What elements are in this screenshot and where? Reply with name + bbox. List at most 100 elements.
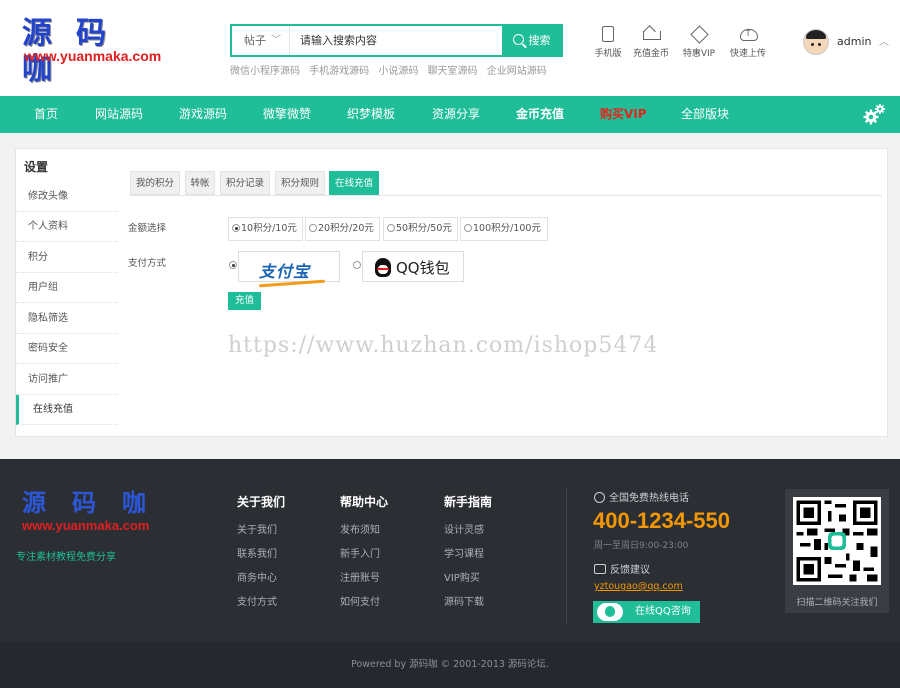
feedback-label: 反馈建议 [594, 561, 650, 576]
settings-panel: 设置 修改头像 个人资料 积分 用户组 隐私筛选 密码安全 访问推广 在线充值 … [15, 148, 888, 437]
quick-link-upload[interactable]: 快速上传 [723, 26, 773, 59]
sidebar-item-promotion[interactable]: 访问推广 [16, 365, 118, 395]
footer-link[interactable]: 如何支付 [340, 596, 388, 620]
hot-link[interactable]: 企业网站源码 [487, 66, 547, 77]
amount-option-20[interactable]: 20积分/20元 [305, 217, 380, 241]
tab-divider [130, 195, 882, 196]
recharge-submit-button[interactable]: 充值 [228, 292, 261, 310]
nav-item-coin-recharge[interactable]: 金币充值 [516, 96, 564, 133]
crown-icon [642, 26, 661, 42]
nav-item-website-source[interactable]: 网站源码 [95, 96, 143, 133]
footer-link[interactable]: 学习课程 [444, 548, 492, 572]
footer-link[interactable]: 设计灵感 [444, 524, 492, 548]
upload-cloud-icon [739, 26, 758, 42]
sidebar-item-privacy[interactable]: 隐私筛选 [16, 304, 118, 334]
radio-selected[interactable] [232, 224, 240, 232]
footer-link[interactable]: 关于我们 [237, 524, 285, 548]
phone-icon [594, 492, 605, 503]
payment-label: 支付方式 [128, 258, 167, 269]
amount-option-label: 50积分/50元 [396, 223, 452, 234]
sidebar-item-usergroup[interactable]: 用户组 [16, 273, 118, 303]
amount-option-label: 20积分/20元 [318, 223, 374, 234]
footer-column-title: 新手指南 [444, 495, 493, 509]
hot-link[interactable]: 手机游戏源码 [309, 66, 369, 77]
recharge-content: 我的积分 转帐 积分记录 积分规则 在线充值 金额选择 10积分/10元 20积… [118, 149, 887, 436]
hot-link[interactable]: 聊天室源码 [428, 66, 478, 77]
qq-consult-label: 在线QQ咨询 [635, 606, 691, 617]
quick-link-vip[interactable]: 特惠VIP [674, 26, 724, 59]
amount-option-50[interactable]: 50积分/50元 [383, 217, 458, 241]
quick-link-label: 快速上传 [729, 49, 766, 59]
sidebar-item-password[interactable]: 密码安全 [16, 334, 118, 364]
quick-link-label: 手机版 [594, 49, 622, 59]
amount-option-100[interactable]: 100积分/100元 [460, 217, 548, 241]
avatar[interactable] [803, 29, 829, 55]
quick-link-label: 充值金币 [632, 49, 669, 59]
nav-item-buy-vip[interactable]: 购买VIP [600, 96, 647, 133]
sidebar-item-points[interactable]: 积分 [16, 243, 118, 273]
footer-link[interactable]: 发布须知 [340, 524, 388, 548]
footer-link[interactable]: 新手入门 [340, 548, 388, 572]
footer-column-about: 关于我们 关于我们 联系我们 商务中心 支付方式 [237, 493, 285, 620]
tab-online-recharge[interactable]: 在线充值 [329, 171, 379, 195]
alipay-option[interactable]: 支付宝 [238, 251, 340, 282]
qq-wallet-option[interactable]: QQ钱包 [362, 251, 464, 282]
main-nav: 首页 网站源码 游戏源码 微擎微赞 织梦模板 资源分享 金币充值 购买VIP 全… [0, 96, 900, 133]
nav-item-game-source[interactable]: 游戏源码 [179, 96, 227, 133]
footer-column-title: 帮助中心 [340, 495, 389, 509]
chevron-up-icon[interactable]: ︿ [879, 33, 889, 48]
search-icon [512, 34, 524, 45]
quick-link-recharge[interactable]: 充值金币 [626, 26, 676, 59]
service-hours: 周一至周日9:00-23:00 [594, 541, 689, 551]
nav-item-dede-templates[interactable]: 织梦模板 [347, 96, 395, 133]
radio[interactable] [464, 224, 472, 232]
footer-link[interactable]: 商务中心 [237, 572, 285, 596]
search-type-select[interactable]: 帖子 ﹀ [232, 26, 290, 55]
gear-icon[interactable] [862, 103, 886, 127]
footer-link[interactable]: 源码下载 [444, 596, 492, 620]
sidebar-item-online-recharge[interactable]: 在线充值 [16, 395, 118, 425]
qr-caption: 扫描二维码关注我们 [796, 598, 878, 608]
hot-link[interactable]: 小说源码 [378, 66, 418, 77]
tab-points-rules[interactable]: 积分规则 [275, 171, 325, 195]
radio-qq-wallet[interactable] [353, 261, 361, 269]
copyright-bar: Powered by 源码咖 © 2001-2013 源码论坛. [0, 642, 900, 688]
sidebar-item-profile[interactable]: 个人资料 [16, 212, 118, 242]
tab-my-points[interactable]: 我的积分 [130, 171, 180, 195]
nav-item-home[interactable]: 首页 [34, 96, 58, 133]
radio-alipay[interactable] [229, 261, 237, 269]
footer-link[interactable]: 注册账号 [340, 572, 388, 596]
tab-transfer[interactable]: 转帐 [185, 171, 215, 195]
footer-link[interactable]: 支付方式 [237, 596, 285, 620]
chevron-down-icon: ﹀ [271, 35, 281, 46]
site-logo[interactable]: 源码咖 www.yuanmaka.com [22, 16, 192, 87]
radio[interactable] [309, 224, 317, 232]
feedback-email-link[interactable]: yztougao@qq.com [594, 581, 683, 592]
username[interactable]: admin [837, 35, 871, 48]
hotline-label-text: 全国免费热线电话 [609, 493, 689, 504]
footer-slogan: 专注素材教程免费分享 [16, 552, 116, 563]
quick-link-label: 特惠VIP [682, 49, 716, 59]
qq-icon [597, 603, 623, 621]
nav-item-all-boards[interactable]: 全部版块 [681, 96, 729, 133]
phone-icon [602, 26, 614, 42]
amount-option-10[interactable]: 10积分/10元 [228, 217, 303, 241]
footer-link[interactable]: VIP购买 [444, 572, 492, 596]
nav-item-weiqing[interactable]: 微擎微赞 [263, 96, 311, 133]
qq-consult-button[interactable]: 在线QQ咨询 [593, 601, 700, 623]
radio[interactable] [387, 224, 395, 232]
nav-item-resource-share[interactable]: 资源分享 [432, 96, 480, 133]
search-button-label: 搜索 [528, 34, 551, 47]
sidebar-item-avatar[interactable]: 修改头像 [16, 182, 118, 212]
footer-link[interactable]: 联系我们 [237, 548, 285, 572]
user-menu[interactable]: admin ︿ [803, 29, 893, 55]
diamond-icon [690, 26, 708, 42]
hot-search-links: 微信小程序源码 手机游戏源码 小说源码 聊天室源码 企业网站源码 [230, 62, 553, 77]
tab-points-log[interactable]: 积分记录 [220, 171, 270, 195]
footer-column-title: 关于我们 [237, 495, 286, 509]
search-input[interactable] [292, 26, 502, 55]
search-type-label: 帖子 [244, 34, 266, 47]
hot-link[interactable]: 微信小程序源码 [230, 66, 300, 77]
footer-column-help: 帮助中心 发布须知 新手入门 注册账号 如何支付 [340, 493, 388, 620]
search-button[interactable]: 搜索 [502, 26, 561, 55]
